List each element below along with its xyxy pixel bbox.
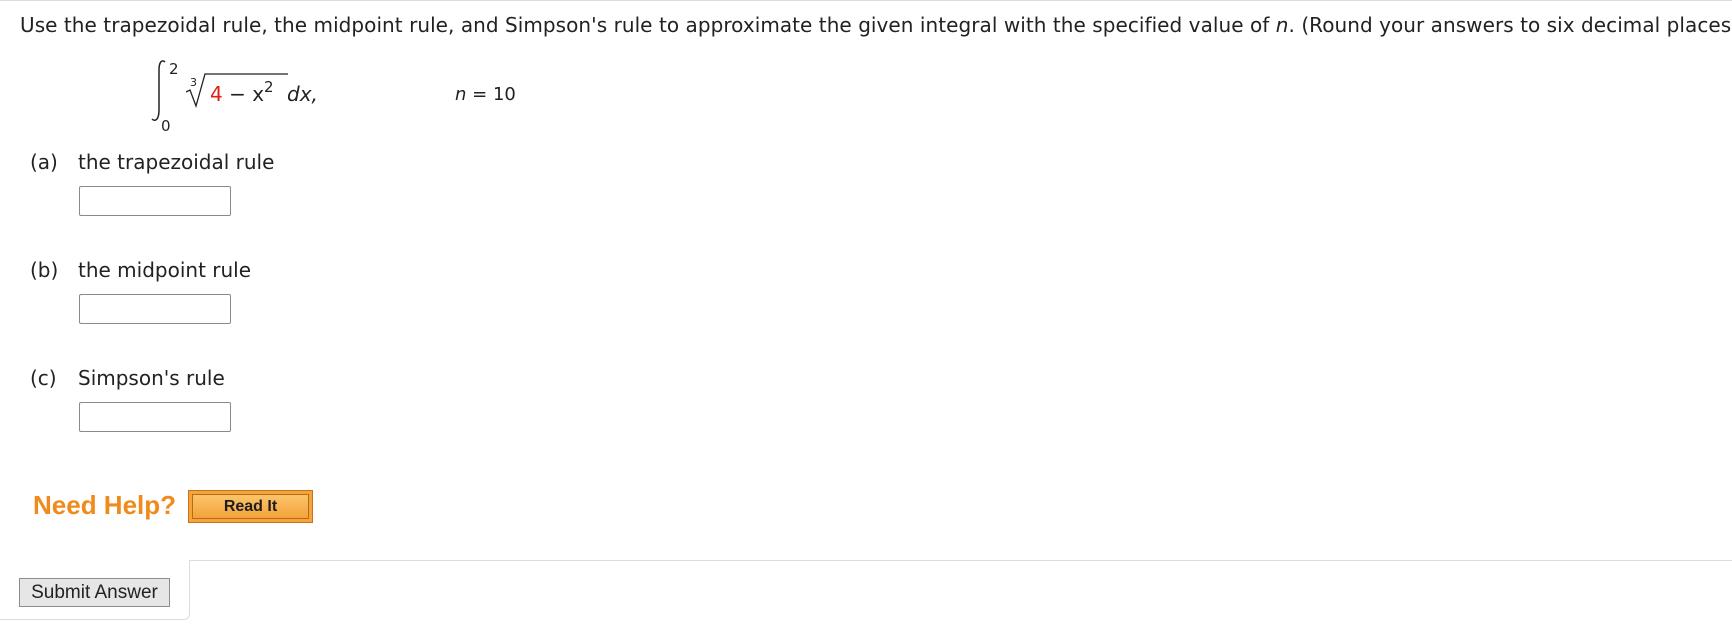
midpoint-answer-input[interactable] bbox=[79, 294, 231, 324]
top-divider bbox=[0, 0, 1732, 1]
radicand: 4 − x2 bbox=[210, 78, 274, 106]
need-help-label: Need Help? bbox=[33, 490, 177, 520]
question-page: Use the trapezoidal rule, the midpoint r… bbox=[0, 0, 1732, 625]
part-c-text: Simpson's rule bbox=[78, 366, 225, 390]
part-b-label: (b) the midpoint rule bbox=[30, 258, 251, 282]
n-specification: n = 10 bbox=[455, 84, 516, 105]
integral-lower-limit: 0 bbox=[161, 117, 171, 135]
question-n-variable: n bbox=[1275, 13, 1289, 37]
question-prompt: Use the trapezoidal rule, the midpoint r… bbox=[20, 12, 1732, 38]
part-c-label: (c) Simpson's rule bbox=[30, 366, 225, 390]
question-text-end: . (Round your answers to six decimal pla… bbox=[1288, 13, 1732, 37]
question-text-start: Use the trapezoidal rule, the midpoint r… bbox=[20, 13, 1276, 37]
radicand-exponent: 2 bbox=[264, 78, 274, 96]
radicand-constant: 4 bbox=[210, 82, 223, 106]
n-value: = 10 bbox=[466, 84, 516, 105]
integral-sign-icon bbox=[151, 60, 166, 122]
read-it-label: Read It bbox=[192, 494, 309, 519]
bottom-divider bbox=[190, 560, 1732, 561]
integral-differential: dx, bbox=[287, 82, 318, 106]
part-c-letter: (c) bbox=[30, 366, 57, 390]
simpson-answer-input[interactable] bbox=[79, 402, 231, 432]
n-variable: n bbox=[455, 84, 467, 105]
part-a-letter: (a) bbox=[30, 150, 58, 174]
trapezoidal-answer-input[interactable] bbox=[79, 186, 231, 216]
differential-text: dx, bbox=[287, 82, 318, 106]
integral-expression: 2 0 3 4 − x2 dx, n = 10 bbox=[150, 58, 516, 134]
integral-upper-limit: 2 bbox=[169, 60, 179, 78]
read-it-button[interactable]: Read It bbox=[188, 490, 313, 523]
part-a-label: (a) the trapezoidal rule bbox=[30, 150, 274, 174]
part-a-text: the trapezoidal rule bbox=[78, 150, 275, 174]
submit-answer-button[interactable]: Submit Answer bbox=[19, 578, 170, 607]
part-b-letter: (b) bbox=[30, 258, 59, 282]
part-b-text: the midpoint rule bbox=[78, 258, 252, 282]
radicand-variable-term: − x bbox=[222, 82, 265, 106]
